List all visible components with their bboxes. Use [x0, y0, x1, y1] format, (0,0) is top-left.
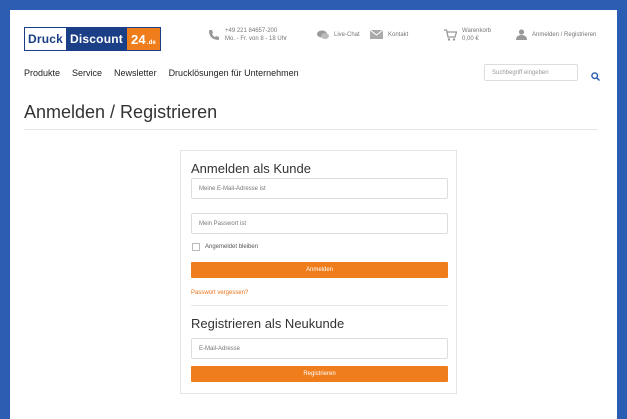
login-heading: Anmelden als Kunde: [191, 161, 311, 176]
cart-label: Warenkorb: [462, 28, 492, 34]
login-email-input[interactable]: Meine E-Mail-Adresse ist: [191, 178, 448, 199]
logo-part-discount: Discount: [66, 28, 127, 50]
card-divider: [191, 305, 448, 306]
cart-link[interactable]: Warenkorb 0,00 €: [444, 27, 491, 43]
phone-hours: Mo. - Fr. von 8 - 18 Uhr: [225, 36, 288, 42]
cart-icon: [444, 29, 457, 41]
site-logo[interactable]: Druck Discount 24 .de: [24, 27, 162, 51]
contact-label: Kontakt: [388, 31, 409, 38]
account-link[interactable]: Anmelden / Registrieren: [516, 29, 596, 40]
main-nav: Produkte Service Newsletter Drucklösunge…: [24, 68, 299, 78]
nav-item-service[interactable]: Service: [72, 68, 102, 78]
cart-text: Warenkorb 0,00 €: [462, 27, 491, 43]
account-label: Anmelden / Registrieren: [532, 31, 597, 38]
user-icon: [516, 29, 527, 40]
nav-item-druckloesungen[interactable]: Drucklösungen für Unternehmen: [169, 68, 299, 78]
page-title: Anmelden / Registrieren: [24, 102, 218, 122]
nav-item-newsletter[interactable]: Newsletter: [114, 68, 157, 78]
phone-contact[interactable]: +49 221 84657-200 Mo. - Fr. von 8 - 18 U…: [208, 27, 287, 43]
remember-label: Angemeldet bleiben: [205, 244, 259, 250]
phone-icon: [209, 30, 219, 40]
cart-amount: 0,00 €: [462, 36, 479, 42]
mail-icon: [370, 30, 383, 39]
chat-icon: [317, 30, 329, 39]
nav-item-produkte[interactable]: Produkte: [24, 68, 60, 78]
forgot-password-link[interactable]: Passwort vergessen?: [191, 290, 248, 296]
checkbox-box[interactable]: [192, 243, 200, 251]
search-icon: [591, 72, 601, 82]
register-heading: Registrieren als Neukunde: [191, 316, 345, 331]
remember-checkbox[interactable]: Angemeldet bleiben: [192, 243, 258, 251]
phone-text: +49 221 84657-200 Mo. - Fr. von 8 - 18 U…: [225, 27, 287, 43]
phone-number: +49 221 84657-200: [225, 28, 278, 34]
login-password-input[interactable]: Mein Passwort ist: [191, 213, 448, 234]
contact-link[interactable]: Kontakt: [370, 30, 408, 39]
logo-part-druck: Druck: [25, 28, 67, 50]
browser-frame: Druck Discount 24 .de +49 221 84657-200 M…: [10, 10, 617, 419]
logo-part-24: 24 .de: [126, 28, 161, 50]
register-button[interactable]: Registrieren: [191, 366, 448, 382]
livechat-link[interactable]: Live-Chat: [317, 30, 360, 40]
register-email-input[interactable]: E-Mail-Adresse: [191, 338, 448, 359]
livechat-label: Live-Chat: [334, 32, 360, 38]
search-button[interactable]: [591, 68, 601, 86]
search-input[interactable]: Suchbegriff eingeben: [484, 64, 578, 81]
login-button[interactable]: Anmelden: [191, 262, 448, 278]
title-divider: [24, 129, 598, 130]
